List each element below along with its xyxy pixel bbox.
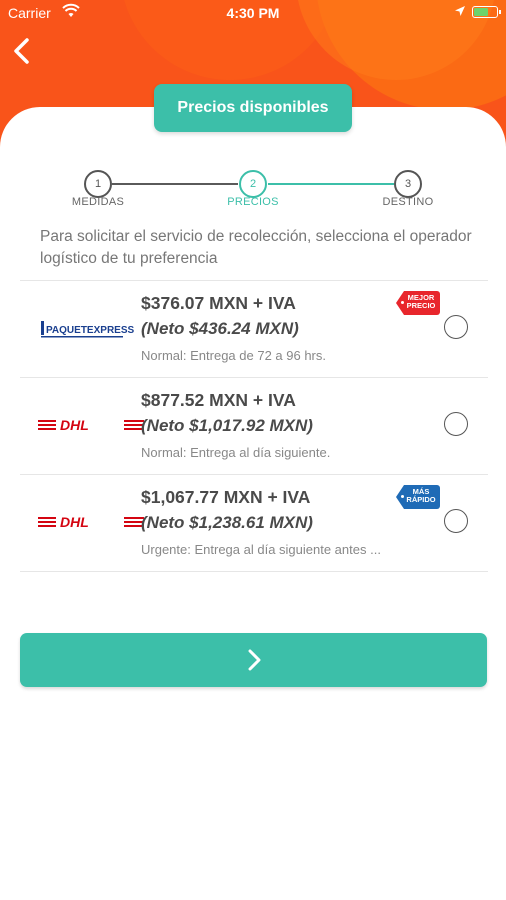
badge-line-2: RÁPIDO <box>406 495 436 504</box>
step-2-label: PRECIOS <box>227 196 279 208</box>
best-price-badge: MEJOR PRECIO <box>396 291 440 315</box>
option-description: Urgente: Entrega al día siguiente antes … <box>141 542 381 557</box>
option-net-price: (Neto $436.24 MXN) <box>141 319 299 338</box>
carrier-option-dhl-normal[interactable]: DHL $877.52 MXN + IVA (Neto $1,017.92 MX… <box>20 378 488 475</box>
carrier-name: PAQUETEXPRESS <box>46 325 134 336</box>
carrier-options-list: PAQUETEXPRESS $376.07 MXN + IVA (Neto $4… <box>20 280 488 572</box>
location-arrow-icon <box>454 4 466 20</box>
step-1-circle: 1 <box>84 170 112 198</box>
option-price: $877.52 MXN + IVA <box>141 390 296 410</box>
option-net-price: (Neto $1,017.92 MXN) <box>141 416 313 435</box>
step-3-label: DESTINO <box>382 196 434 208</box>
badge-line-2: PRECIO <box>406 301 436 310</box>
option-description: Normal: Entrega al día siguiente. <box>141 445 331 460</box>
option-radio[interactable] <box>444 315 468 339</box>
paquetexpress-logo: PAQUETEXPRESS <box>38 311 146 345</box>
next-button[interactable] <box>20 633 487 687</box>
step-3-circle: 3 <box>394 170 422 198</box>
chevron-right-icon <box>248 649 260 671</box>
option-net-price: (Neto $1,238.61 MXN) <box>141 513 313 532</box>
carrier-option-paquetexpress[interactable]: PAQUETEXPRESS $376.07 MXN + IVA (Neto $4… <box>20 281 488 378</box>
chevron-left-icon <box>14 38 29 64</box>
battery-icon <box>472 6 501 18</box>
step-2-circle: 2 <box>239 170 267 198</box>
dhl-logo: DHL <box>38 408 146 442</box>
carrier-option-dhl-urgent[interactable]: DHL $1,067.77 MXN + IVA (Neto $1,238.61 … <box>20 475 488 572</box>
dhl-logo: DHL <box>38 505 146 539</box>
stepper-line-2 <box>268 183 394 185</box>
carrier-name: DHL <box>60 417 89 433</box>
option-radio[interactable] <box>444 412 468 436</box>
progress-stepper: 1 2 3 MEDIDAS PRECIOS DESTINO <box>0 155 506 215</box>
stepper-line-1 <box>112 183 238 185</box>
option-radio[interactable] <box>444 509 468 533</box>
carrier-name: DHL <box>60 514 89 530</box>
instructions-text: Para solicitar el servicio de recolecció… <box>40 228 472 267</box>
status-bar: Carrier 4:30 PM <box>0 0 506 26</box>
option-price: $1,067.77 MXN + IVA <box>141 487 311 507</box>
page-title: Precios disponibles <box>154 84 352 132</box>
option-price: $376.07 MXN + IVA <box>141 293 296 313</box>
fastest-badge: MÁS RÁPIDO <box>396 485 440 509</box>
status-time: 4:30 PM <box>226 5 280 21</box>
back-button[interactable] <box>8 34 38 68</box>
option-description: Normal: Entrega de 72 a 96 hrs. <box>141 348 326 363</box>
step-1-label: MEDIDAS <box>71 196 125 208</box>
